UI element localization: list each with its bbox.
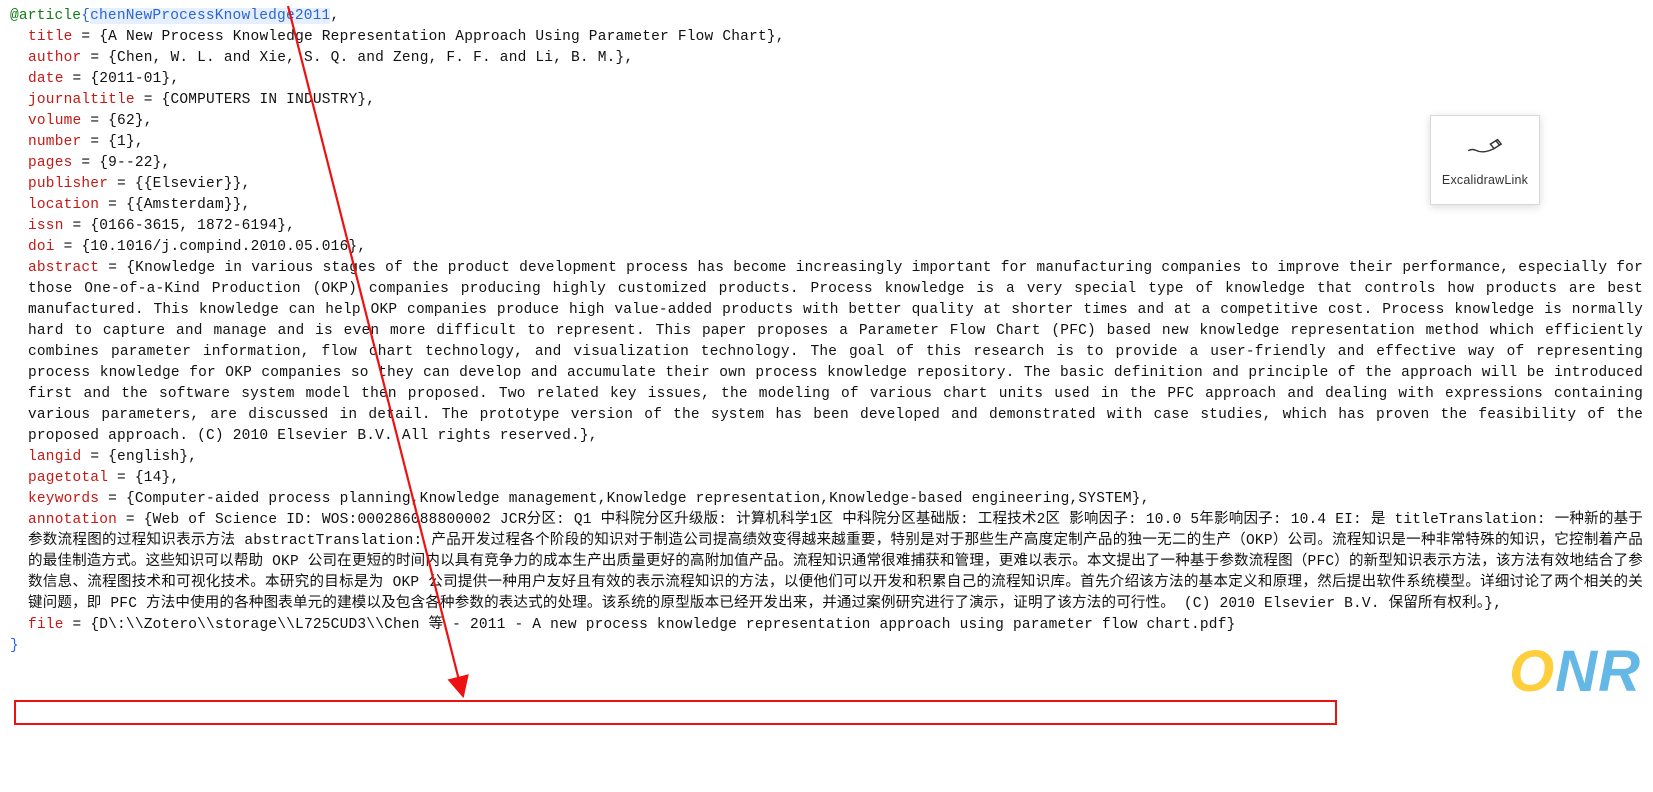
field-publisher: publisher = {{Elsevier}}, [10,174,1643,195]
field-issn: issn = {0166-3615, 1872-6194}, [10,216,1643,237]
file-field-highlight [14,700,1337,725]
field-number: number = {1}, [10,132,1643,153]
field-pagetotal: pagetotal = {14}, [10,468,1643,489]
field-langid: langid = {english}, [10,447,1643,468]
field-location: location = {{Amsterdam}}, [10,195,1643,216]
close-brace-line: } [10,636,1643,657]
field-author: author = {Chen, W. L. and Xie, S. Q. and… [10,48,1643,69]
field-annotation: annotation = {Web of Science ID: WOS:000… [10,510,1643,615]
excalidraw-link-card[interactable]: ExcalidrawLink [1430,115,1540,205]
field-pages: pages = {9--22}, [10,153,1643,174]
field-journaltitle: journaltitle = {COMPUTERS IN INDUSTRY}, [10,90,1643,111]
bibtex-code-block: @article{chenNewProcessKnowledge2011, ti… [0,0,1653,667]
field-volume: volume = {62}, [10,111,1643,132]
excalidraw-icon [1467,131,1503,164]
bibtex-entry-header: @article{chenNewProcessKnowledge2011, [10,6,1643,27]
field-title: title = {A New Process Knowledge Represe… [10,27,1643,48]
field-keywords: keywords = {Computer-aided process plann… [10,489,1643,510]
entry-type: @article [10,8,81,24]
field-doi: doi = {10.1016/j.compind.2010.05.016}, [10,237,1643,258]
field-abstract: abstract = {Knowledge in various stages … [10,258,1643,447]
excalidraw-label: ExcalidrawLink [1442,171,1528,189]
field-date: date = {2011-01}, [10,69,1643,90]
field-file: file = {D\:\\Zotero\\storage\\L725CUD3\\… [10,615,1643,636]
open-brace: { [81,8,90,24]
citation-key: chenNewProcessKnowledge2011 [90,8,330,24]
